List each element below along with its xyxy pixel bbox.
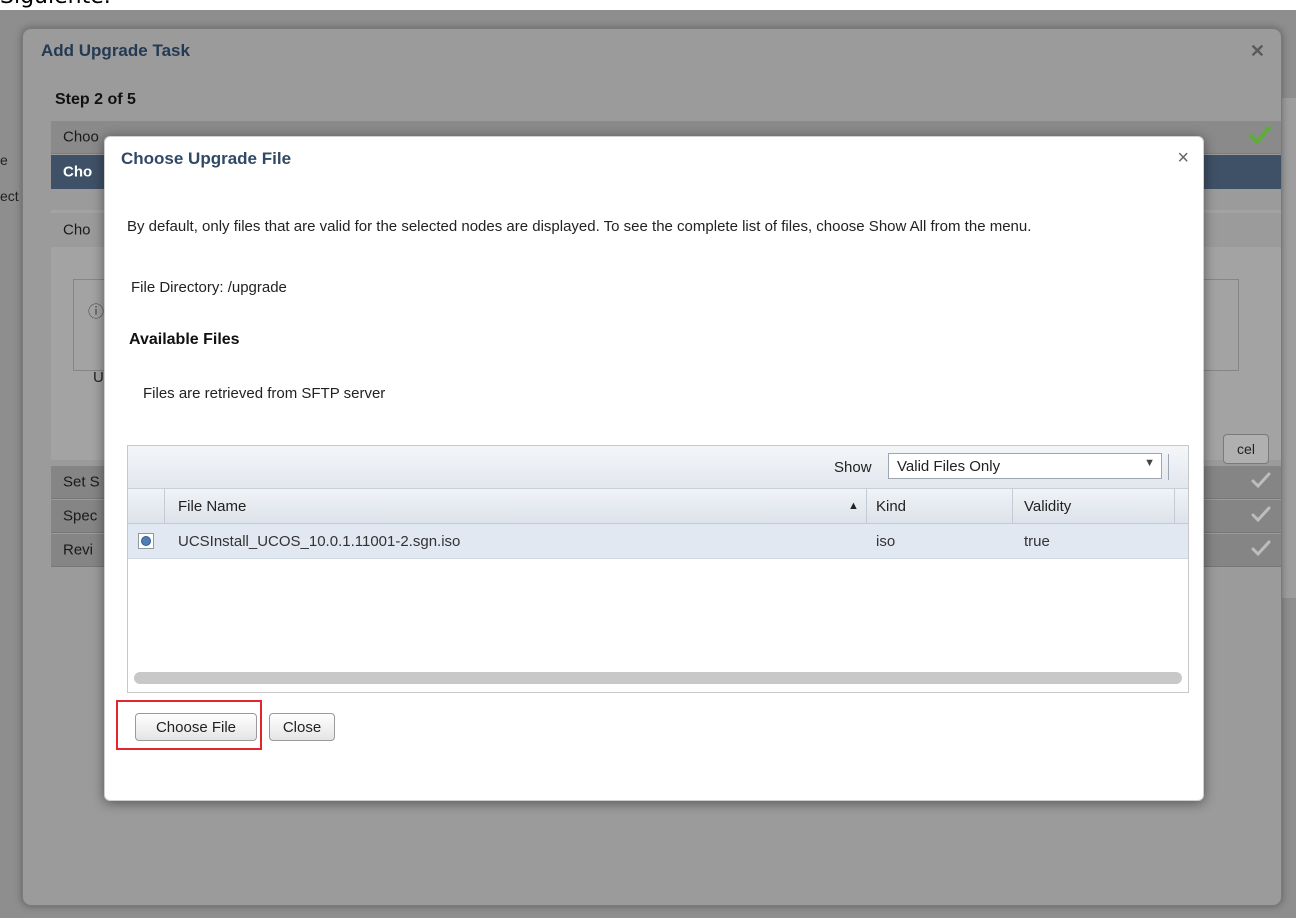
validity-cell: true (1024, 532, 1050, 550)
step-label: Spec (63, 507, 98, 525)
checkmark-icon (1251, 472, 1271, 492)
file-table: Show Valid Files Only ▼ File Name ▲ Kind… (127, 445, 1189, 693)
sort-ascending-icon[interactable]: ▲ (848, 489, 859, 523)
page-fragment-text: Siguiente. (0, 0, 111, 9)
step-label: Cho (63, 163, 93, 181)
available-files-heading: Available Files (129, 331, 240, 348)
horizontal-scrollbar[interactable] (134, 672, 1182, 684)
step-label: U (93, 369, 104, 386)
checkmark-icon (1251, 506, 1271, 526)
show-label: Show (834, 459, 872, 476)
info-icon: ⓘ (88, 304, 105, 321)
retrieved-note: Files are retrieved from SFTP server (143, 385, 386, 402)
background-strip (1282, 98, 1296, 598)
show-selected-value: Valid Files Only (897, 458, 1001, 475)
dialog-title: Add Upgrade Task (41, 41, 190, 60)
column-header-kind[interactable]: Kind (876, 489, 906, 523)
column-divider (866, 489, 867, 523)
column-divider (1012, 489, 1013, 523)
highlight-annotation (116, 700, 262, 750)
step-indicator: Step 2 of 5 (55, 91, 136, 108)
checkmark-icon (1249, 126, 1271, 148)
table-header: File Name ▲ Kind Validity (128, 489, 1188, 524)
dialog-description: By default, only files that are valid fo… (127, 218, 1032, 235)
table-row[interactable]: UCSInstall_UCOS_10.0.1.11001-2.sgn.iso i… (128, 524, 1188, 559)
step-label: Cho (63, 221, 91, 239)
radio-selected-dot (142, 537, 150, 545)
dialog-title: Choose Upgrade File (121, 149, 292, 168)
row-radio-button[interactable] (138, 533, 154, 549)
cancel-button[interactable]: cel (1223, 434, 1269, 464)
show-filter-select[interactable]: Valid Files Only ▼ (888, 453, 1162, 479)
kind-cell: iso (876, 532, 896, 550)
step-label: Choo (63, 128, 99, 146)
file-name-cell: UCSInstall_UCOS_10.0.1.11001-2.sgn.iso (178, 532, 461, 550)
chevron-down-icon: ▼ (1144, 457, 1155, 469)
file-directory-value: /upgrade (227, 279, 287, 296)
step-label: Revi (63, 541, 94, 559)
column-header-validity[interactable]: Validity (1024, 489, 1071, 523)
column-divider (1174, 489, 1175, 523)
column-divider (164, 489, 165, 523)
step-label: Set S (63, 473, 100, 491)
close-button[interactable]: Close (269, 713, 335, 741)
file-directory-label: File Directory: (131, 279, 224, 296)
choose-upgrade-file-dialog: Choose Upgrade File × By default, only f… (104, 136, 1204, 801)
column-header-file-name[interactable]: File Name (178, 489, 246, 523)
clipped-text: e (0, 152, 8, 168)
close-icon[interactable]: ✕ (1250, 41, 1265, 62)
file-directory: File Directory: /upgrade (131, 279, 287, 296)
checkmark-icon (1251, 540, 1271, 560)
toolbar-divider (1168, 454, 1169, 480)
close-icon[interactable]: × (1177, 147, 1189, 170)
clipped-text: ect (0, 188, 19, 204)
table-toolbar: Show Valid Files Only ▼ (128, 446, 1188, 489)
